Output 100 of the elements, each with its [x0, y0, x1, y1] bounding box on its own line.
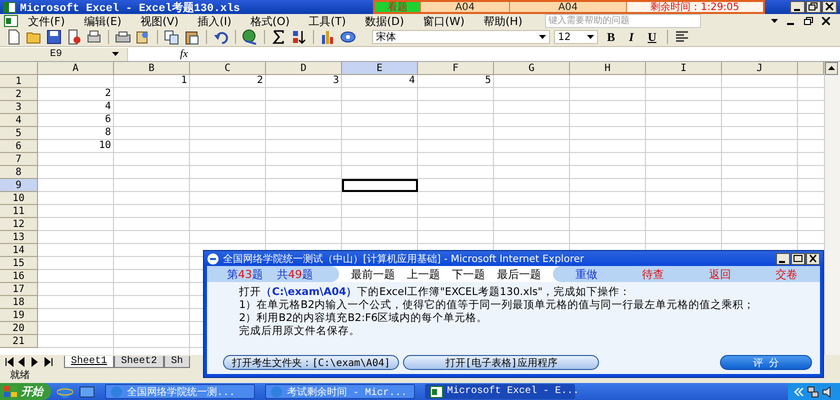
open-app-button[interactable]: 打开[电子表格]应用程序 [403, 355, 600, 370]
windows-flag-icon[interactable] [4, 386, 18, 398]
selected-cell[interactable] [342, 179, 418, 192]
print-preview-icon[interactable] [86, 29, 102, 45]
column-header[interactable]: D [266, 62, 342, 75]
globe-icon[interactable] [242, 29, 258, 45]
minimize-icon[interactable] [790, 1, 805, 13]
row-header[interactable]: 14 [0, 244, 38, 257]
sheet-tab[interactable]: Sheet1 [64, 356, 114, 368]
menu-item[interactable]: 窗口(W) [413, 14, 474, 28]
font-size-dropdown[interactable]: 12 [554, 30, 598, 44]
maximize-icon[interactable] [791, 252, 805, 264]
bar-chart-icon[interactable] [320, 29, 336, 45]
row-header[interactable]: 11 [0, 205, 38, 218]
question-nav-link[interactable]: 上一题 [407, 266, 440, 282]
restore-icon[interactable] [804, 17, 813, 25]
action-link[interactable]: 重做 [575, 266, 598, 282]
row-header[interactable]: 10 [0, 192, 38, 205]
menu-item[interactable]: 编辑(E) [74, 14, 130, 28]
dropdown-arrow-icon[interactable] [539, 35, 546, 39]
row-header[interactable]: 13 [0, 231, 38, 244]
instruction-text: 2）利用B2的内容填充B2:F6区域内的每个单元格。 [239, 312, 489, 325]
menu-item[interactable]: 插入(I) [188, 14, 240, 28]
bold-button[interactable]: B [602, 30, 620, 44]
sort-ascending-icon[interactable] [291, 29, 307, 45]
name-box[interactable]: E9 [0, 48, 128, 60]
row-header[interactable]: 19 [0, 309, 38, 322]
sheet-tab[interactable]: Sh [164, 356, 190, 368]
browser-icon[interactable] [57, 384, 73, 398]
close-icon[interactable] [822, 17, 830, 25]
grade-button[interactable]: 评 分 [720, 355, 812, 370]
row-header[interactable]: 12 [0, 218, 38, 231]
row-header[interactable]: 1 [0, 75, 38, 88]
spreadsheet-icon[interactable] [3, 2, 16, 12]
insert-function-button[interactable]: fx [180, 48, 188, 60]
scroll-up-icon[interactable] [825, 62, 838, 75]
save-icon[interactable] [46, 29, 62, 45]
dropdown-arrow-icon[interactable] [587, 35, 594, 39]
spreadsheet-icon[interactable] [4, 15, 18, 27]
chevron-left-icon[interactable] [794, 388, 804, 396]
spreadsheet-icon[interactable] [430, 386, 443, 398]
vertical-scrollbar[interactable] [824, 62, 840, 355]
column-header[interactable]: G [494, 62, 570, 75]
font-dropdown[interactable]: 宋体 [372, 30, 550, 44]
row-header[interactable]: 5 [0, 127, 38, 140]
sheet-tab[interactable]: Sheet2 [114, 356, 164, 368]
menu-item[interactable]: 数据(D) [354, 14, 414, 28]
column-header[interactable]: A [38, 62, 114, 75]
dropdown-arrow-icon[interactable] [771, 19, 778, 23]
help-search-field[interactable]: 键入需要帮助的问题 [545, 14, 702, 28]
row-header[interactable]: 20 [0, 322, 38, 335]
row-header[interactable]: 6 [0, 140, 38, 153]
row-header[interactable]: 8 [0, 166, 38, 179]
close-icon[interactable] [806, 252, 820, 264]
row-header[interactable]: 21 [0, 335, 38, 348]
row-header[interactable]: 3 [0, 101, 38, 114]
row-header[interactable]: 15 [0, 257, 38, 270]
start-button[interactable]: 开始 [0, 383, 51, 400]
taskbar-button[interactable]: Microsoft Excel - E... [425, 384, 575, 399]
column-header[interactable]: H [570, 62, 646, 75]
row-header[interactable]: 9 [0, 179, 38, 192]
menu-item[interactable]: 工具(T) [298, 14, 355, 28]
browser-icon[interactable] [207, 252, 219, 264]
question-nav-link[interactable]: 下一题 [452, 266, 485, 282]
row-header[interactable]: 16 [0, 270, 38, 283]
row-header[interactable]: 18 [0, 296, 38, 309]
paste-icon[interactable] [184, 29, 200, 45]
new-document-icon[interactable] [6, 29, 22, 45]
undo-icon[interactable] [213, 29, 229, 45]
minimize-icon[interactable] [776, 252, 790, 264]
printer-icon[interactable] [115, 29, 131, 45]
status-text: 就绪 [9, 369, 31, 383]
menu-item[interactable]: 格式(O) [240, 14, 299, 28]
open-folder-button[interactable]: 打开考生文件夹：[C:\exam\A04] [223, 355, 400, 370]
copy-icon[interactable] [164, 29, 180, 45]
table-cell-text: 4 [408, 75, 416, 88]
column-header[interactable]: F [418, 62, 494, 75]
table-cell-text: 8 [104, 127, 112, 140]
table-cell-text: 5 [484, 75, 492, 88]
underline-button[interactable]: U [642, 30, 662, 44]
menu-item[interactable]: 文件(F) [18, 14, 74, 28]
italic-button[interactable]: I [624, 30, 639, 44]
restore-icon[interactable] [806, 1, 821, 13]
menu-item[interactable]: 帮助(H) [474, 14, 532, 28]
question-nav-link[interactable]: 最前一题 [351, 266, 395, 282]
close-icon[interactable] [822, 1, 837, 13]
column-header[interactable]: B [114, 62, 190, 75]
menu-item[interactable]: 视图(V) [130, 14, 188, 28]
row-header[interactable]: 2 [0, 88, 38, 101]
column-header[interactable]: I [646, 62, 722, 75]
row-header[interactable]: 7 [0, 153, 38, 166]
question-nav-link[interactable]: 最后一题 [497, 266, 541, 282]
column-header[interactable]: C [190, 62, 266, 75]
sigma-icon[interactable] [271, 29, 287, 45]
network-icon[interactable] [807, 386, 819, 398]
column-header[interactable]: E [342, 62, 418, 75]
row-header[interactable]: 4 [0, 114, 38, 127]
dropdown-arrow-icon[interactable] [112, 52, 119, 56]
row-header[interactable]: 17 [0, 283, 38, 296]
column-header[interactable]: J [722, 62, 798, 75]
